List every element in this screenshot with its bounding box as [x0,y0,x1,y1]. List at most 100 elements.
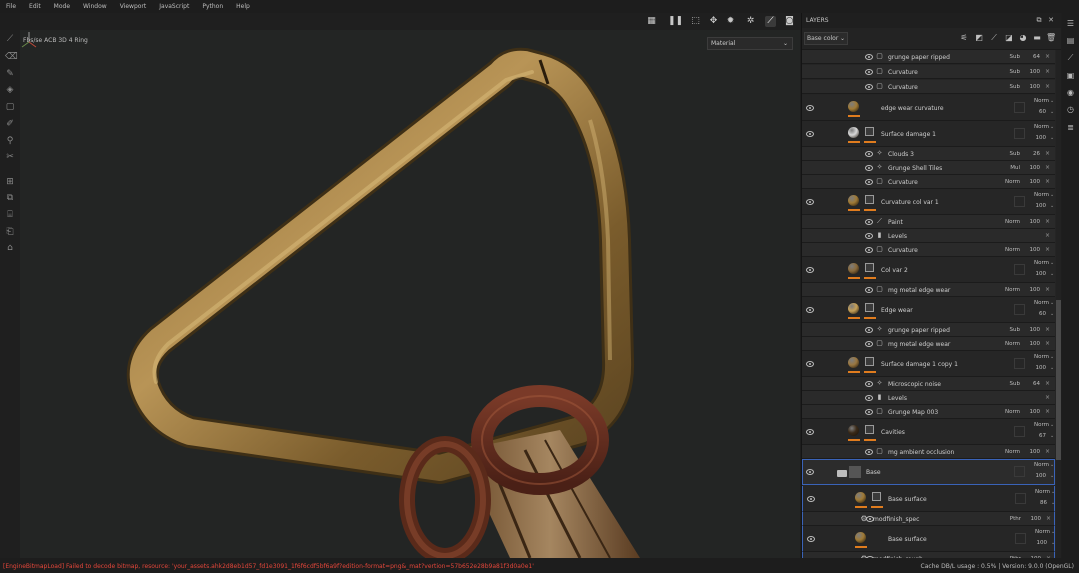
visibility-eye-icon[interactable] [806,469,814,475]
visibility-eye-icon[interactable] [806,131,814,137]
effect-opacity[interactable]: 64 [1016,54,1040,60]
stencil-icon[interactable]: ⌸ [5,210,15,220]
remove-effect-icon[interactable]: × [1045,178,1050,185]
layer-name[interactable]: Col var 2 [881,267,908,274]
chevron-down-icon[interactable]: ⌄ [1050,124,1054,130]
effect-name[interactable]: Levels [888,395,907,402]
paint-brush-icon[interactable]: ⟋ [5,34,15,44]
visibility-eye-icon[interactable] [865,247,873,253]
effect-name[interactable]: Curvature [888,179,918,186]
mask-thumbnail-icon[interactable] [865,195,874,204]
chevron-down-icon[interactable]: ⌄ [1050,422,1054,428]
play-icon[interactable]: ❚❚ [668,16,683,27]
remove-effect-icon[interactable]: × [1046,515,1051,522]
effect-name[interactable]: mg ambient occlusion [888,449,954,456]
menu-mode[interactable]: Mode [54,3,70,10]
layer-blend-mode[interactable]: Norm [1025,300,1049,306]
eraser-icon[interactable]: ⌫ [5,52,18,62]
effect-opacity[interactable]: 100 [1016,84,1041,90]
bake-icon[interactable]: ⊞ [5,177,15,187]
polygon-fill-icon[interactable]: ◈ [5,85,15,95]
remove-effect-icon[interactable]: × [1045,448,1050,455]
export-icon[interactable]: ⌂ [5,243,15,253]
remove-effect-icon[interactable]: × [1045,326,1050,333]
effect-name[interactable]: mg metal edge wear [888,287,950,294]
chevron-down-icon[interactable]: ⌄ [1050,203,1054,209]
layer-row[interactable]: Col var 2 Norm ⌄ 100 ⌄ [802,257,1055,283]
chevron-down-icon[interactable]: ⌄ [1050,311,1054,317]
effect-name[interactable]: Levels [888,233,907,240]
chevron-down-icon[interactable]: ⌄ [1051,529,1055,535]
effect-opacity[interactable]: 100 [1016,247,1041,253]
remove-effect-icon[interactable]: × [1045,68,1050,75]
effect-opacity[interactable]: 100 [1017,516,1042,522]
mask-thumbnail-icon[interactable] [865,357,874,366]
effect-row[interactable]: ✧ Microscopic noise Sub 64 × [802,377,1055,391]
frame-icon[interactable]: ⬚ [690,16,701,27]
chevron-down-icon[interactable]: ⌄ [1050,98,1054,104]
layer-row[interactable]: Base surface Norm ⌄ 86 ⌄ [802,486,1055,512]
menu-javascript[interactable]: JavaScript [159,3,189,10]
remove-effect-icon[interactable]: × [1045,246,1050,253]
effect-opacity[interactable]: 100 [1016,341,1041,347]
layer-name[interactable]: Base surface [888,496,927,503]
remove-effect-icon[interactable]: × [1045,218,1050,225]
visibility-eye-icon[interactable] [806,429,814,435]
layer-name[interactable]: edge wear curvature [881,105,944,112]
viewport-mode-select[interactable]: Material ⌄ [707,37,793,50]
effect-name[interactable]: Paint [888,219,903,226]
effect-opacity[interactable]: 100 [1016,449,1041,455]
layer-name[interactable]: Curvature col var 1 [881,199,939,206]
projection-icon[interactable]: ✎ [5,69,15,79]
chevron-down-icon[interactable]: ⌄ [1051,540,1055,546]
layer-blend-mode[interactable]: Norm [1025,124,1049,130]
mask-thumbnail-icon[interactable] [872,492,881,501]
float-panel-icon[interactable]: ⧉ [1035,16,1043,24]
chevron-down-icon[interactable]: ⌄ [1050,300,1054,306]
visibility-eye-icon[interactable] [865,327,873,333]
layer-opacity[interactable]: 100 [1022,135,1047,141]
layer-opacity[interactable]: 100 [1022,271,1047,277]
visibility-eye-icon[interactable] [865,395,873,401]
smudge-icon[interactable]: ▢ [5,102,15,112]
visibility-eye-icon[interactable] [865,381,873,387]
color-picker-icon[interactable]: ⚲ [5,136,15,146]
remove-effect-icon[interactable]: × [1045,286,1050,293]
menu-edit[interactable]: Edit [29,3,41,10]
chevron-down-icon[interactable]: ⌄ [1050,260,1054,266]
mask-thumbnail-icon[interactable] [865,263,874,272]
folder-name[interactable]: Base [866,469,881,476]
clone-icon[interactable]: ✐ [5,119,15,129]
3d-viewport[interactable]: Fbs/se ACB 3D 4 Ring Material ⌄ [20,30,800,558]
texture-set-icon[interactable]: ▤ [1066,36,1075,45]
effect-opacity[interactable]: 100 [1016,219,1041,225]
layer-row[interactable]: Cavities Norm ⌄ 67 ⌄ [802,419,1055,445]
fx-icon[interactable]: ✲ [745,16,756,27]
uv-icon[interactable]: ⧉ [5,193,15,203]
close-icon[interactable]: ✕ [1047,16,1055,24]
effect-row[interactable]: ▢ Curvature Norm 100 × [802,175,1055,189]
effect-opacity[interactable]: 100 [1016,165,1041,171]
layer-row[interactable]: Surface damage 1 Norm ⌄ 100 ⌄ [802,121,1055,147]
remove-effect-icon[interactable]: × [1045,408,1050,415]
layer-name[interactable]: Base surface [888,536,927,543]
layers-scrollbar-thumb[interactable] [1056,300,1061,460]
effect-row[interactable]: ▢ grunge paper ripped Sub 64 × [802,50,1055,64]
visibility-eye-icon[interactable] [865,287,873,293]
effect-opacity[interactable]: 100 [1016,327,1041,333]
add-folder-icon[interactable]: ▬ [1032,33,1042,43]
visibility-eye-icon[interactable] [807,496,815,502]
folder-opacity[interactable]: 100 [1022,473,1047,479]
display-settings-icon[interactable]: ⟋ [1066,53,1075,62]
menu-window[interactable]: Window [83,3,107,10]
visibility-eye-icon[interactable] [865,84,873,90]
channel-select[interactable]: Base color ⌄ [804,32,848,45]
remove-effect-icon[interactable]: × [1045,340,1050,347]
effect-row[interactable]: ⚙ modfinish_spec Pthr 100 × [802,512,1055,526]
layer-opacity[interactable]: 60 [1022,311,1046,317]
effect-row[interactable]: ✧ Clouds 3 Sub 26 × [802,147,1055,161]
chevron-down-icon[interactable]: ⌄ [1051,500,1055,506]
menu-file[interactable]: File [6,3,16,10]
effect-row[interactable]: ✧ Grunge Shell Tiles Mul 100 × [802,161,1055,175]
effect-row[interactable]: ▢ Curvature Sub 100 × [802,80,1055,94]
